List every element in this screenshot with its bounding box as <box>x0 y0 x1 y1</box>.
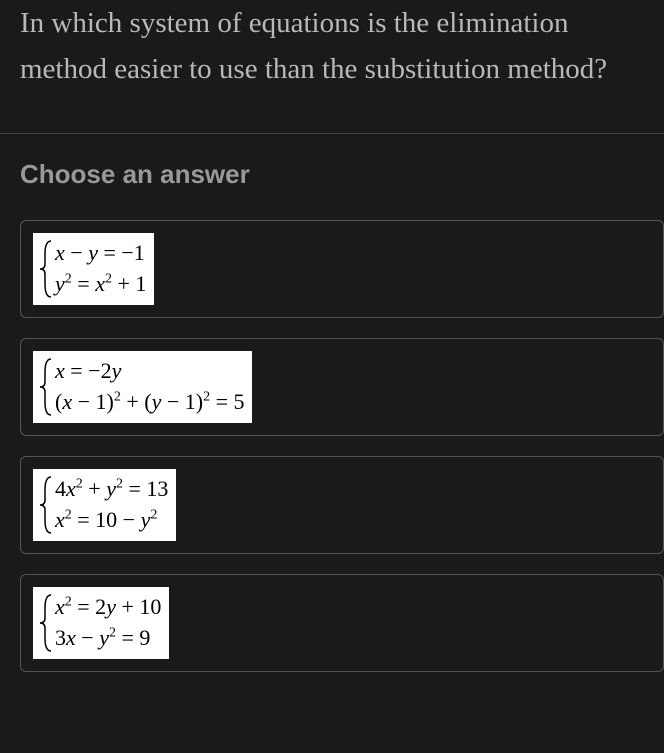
answer-section: Choose an answer x − y = −1 y2 = x2 + 1 <box>0 134 664 672</box>
answer-option-c[interactable]: 4x2 + y2 = 13 x2 = 10 − y2 <box>20 456 664 554</box>
math-system-c: 4x2 + y2 = 13 x2 = 10 − y2 <box>33 469 176 541</box>
question-text: In which system of equations is the elim… <box>20 0 644 93</box>
answer-option-b[interactable]: x = −2y (x − 1)2 + (y − 1)2 = 5 <box>20 338 664 436</box>
equation-c2: x2 = 10 − y2 <box>55 507 168 533</box>
left-brace-icon <box>37 239 55 299</box>
left-brace-icon <box>37 593 55 653</box>
answer-option-d[interactable]: x2 = 2y + 10 3x − y2 = 9 <box>20 574 664 672</box>
equation-b2: (x − 1)2 + (y − 1)2 = 5 <box>55 389 244 415</box>
answer-option-a[interactable]: x − y = −1 y2 = x2 + 1 <box>20 220 664 318</box>
equation-d2: 3x − y2 = 9 <box>55 625 161 651</box>
math-system-a: x − y = −1 y2 = x2 + 1 <box>33 233 154 305</box>
question-section: In which system of equations is the elim… <box>0 0 664 134</box>
math-system-d: x2 = 2y + 10 3x − y2 = 9 <box>33 587 169 659</box>
answer-prompt: Choose an answer <box>20 159 664 190</box>
equation-c1: 4x2 + y2 = 13 <box>55 476 168 502</box>
left-brace-icon <box>37 357 55 417</box>
equation-a2: y2 = x2 + 1 <box>55 271 146 297</box>
left-brace-icon <box>37 475 55 535</box>
equation-a1: x − y = −1 <box>55 240 146 266</box>
equation-d1: x2 = 2y + 10 <box>55 594 161 620</box>
equation-b1: x = −2y <box>55 358 244 384</box>
math-system-b: x = −2y (x − 1)2 + (y − 1)2 = 5 <box>33 351 252 423</box>
